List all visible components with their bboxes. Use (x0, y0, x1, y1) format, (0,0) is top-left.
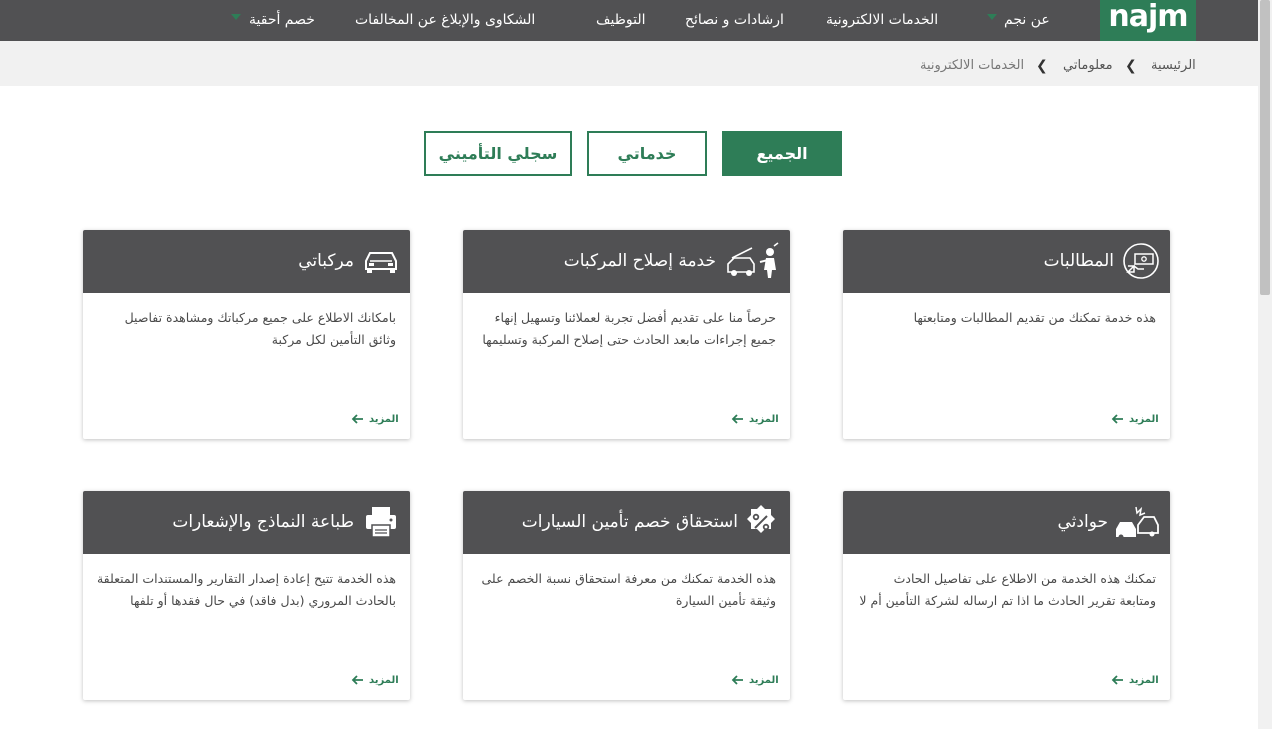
service-card-my-accidents[interactable]: حوادثي تمكنك هذه الخدمة من الاطلاع على ت… (843, 491, 1170, 700)
card-description: تمكنك هذه الخدمة من الاطلاع على تفاصيل ا… (859, 571, 1156, 608)
more-link[interactable]: المزيد (1129, 675, 1159, 686)
nav-discount-eligibility[interactable]: خصم أحقية (249, 0, 315, 41)
service-card-car-repair[interactable]: خدمة إصلاح المركبات حرصاً منا على تقديم … (463, 230, 790, 439)
card-title: طباعة النماذج والإشعارات (172, 512, 354, 532)
card-header: مركباتي (83, 230, 410, 293)
accident-icon (1116, 506, 1159, 540)
card-title: حوادثي (1057, 512, 1109, 532)
discount-percent-icon (747, 505, 775, 533)
breadcrumb-my-info[interactable]: معلوماتي (1063, 58, 1113, 73)
card-header: المطالبات (843, 230, 1170, 293)
breadcrumb-home[interactable]: الرئيسية (1151, 58, 1196, 73)
arrow-left-icon (1111, 414, 1123, 424)
card-description: هذه خدمة تمكنك من تقديم المطالبات ومتابع… (913, 310, 1156, 325)
service-card-insurance-discount[interactable]: استحقاق خصم تأمين السيارات هذه الخدمة تم… (463, 491, 790, 700)
arrow-left-icon (731, 675, 743, 685)
car-repair-icon (727, 242, 779, 278)
nav-careers[interactable]: التوظيف (596, 0, 645, 41)
service-card-claims[interactable]: المطالبات هذه خدمة تمكنك من تقديم المطال… (843, 230, 1170, 439)
card-header: استحقاق خصم تأمين السيارات (463, 491, 790, 554)
more-link[interactable]: المزيد (749, 414, 779, 425)
nav-e-services[interactable]: الخدمات الالكترونية (826, 0, 938, 41)
card-title: خدمة إصلاح المركبات (563, 251, 716, 271)
arrow-left-icon (731, 414, 743, 424)
printer-icon (366, 507, 396, 538)
card-description: حرصاً منا على تقديم أفضل تجربة لعملائنا … (482, 310, 776, 347)
filter-my-services-button[interactable]: خدماتي (587, 131, 707, 176)
arrow-left-icon (351, 675, 363, 685)
card-header: خدمة إصلاح المركبات (463, 230, 790, 293)
chevron-down-icon (987, 14, 997, 20)
service-card-print-forms[interactable]: طباعة النماذج والإشعارات هذه الخدمة تتيح… (83, 491, 410, 700)
card-title: مركباتي (298, 251, 354, 271)
card-title: المطالبات (1043, 251, 1114, 271)
arrow-left-icon (351, 414, 363, 424)
card-description: هذه الخدمة تمكنك من معرفة استحقاق نسبة ا… (481, 571, 776, 608)
filter-all-button[interactable]: الجميع (722, 131, 842, 176)
card-description: بامكانك الاطلاع على جميع مركباتك ومشاهدة… (124, 310, 396, 347)
arrow-left-icon (1111, 675, 1123, 685)
card-title: استحقاق خصم تأمين السيارات (521, 512, 738, 532)
najm-logo[interactable]: najm (1100, 0, 1196, 41)
card-header: حوادثي (843, 491, 1170, 554)
more-link[interactable]: المزيد (1129, 414, 1159, 425)
claims-icon (1123, 243, 1159, 279)
scrollbar-thumb[interactable] (1260, 0, 1270, 295)
more-link[interactable]: المزيد (369, 414, 399, 425)
card-description: هذه الخدمة تتيح إعادة إصدار التقارير وال… (96, 571, 396, 608)
filter-insurance-record-button[interactable]: سجلي التأميني (424, 131, 572, 176)
chevron-down-icon (231, 14, 241, 20)
breadcrumb-current: الخدمات الالكترونية (920, 58, 1025, 73)
card-header: طباعة النماذج والإشعارات (83, 491, 410, 554)
more-link[interactable]: المزيد (369, 675, 399, 686)
more-link[interactable]: المزيد (749, 675, 779, 686)
breadcrumb: الرئيسية ❮ معلوماتي ❮ الخدمات الالكتروني… (0, 41, 1258, 86)
chevron-left-icon: ❮ (1125, 58, 1137, 74)
top-navbar: najm عن نجم الخدمات الالكترونية ارشادات … (0, 0, 1258, 41)
chevron-left-icon: ❮ (1036, 58, 1048, 74)
nav-about-najm[interactable]: عن نجم (1004, 0, 1050, 41)
car-icon (365, 252, 397, 273)
nav-guidance-tips[interactable]: ارشادات و نصائح (685, 0, 784, 41)
service-card-my-vehicles[interactable]: مركباتي بامكانك الاطلاع على جميع مركباتك… (83, 230, 410, 439)
nav-complaints-reporting[interactable]: الشكاوى والإبلاغ عن المخالفات (355, 0, 535, 41)
